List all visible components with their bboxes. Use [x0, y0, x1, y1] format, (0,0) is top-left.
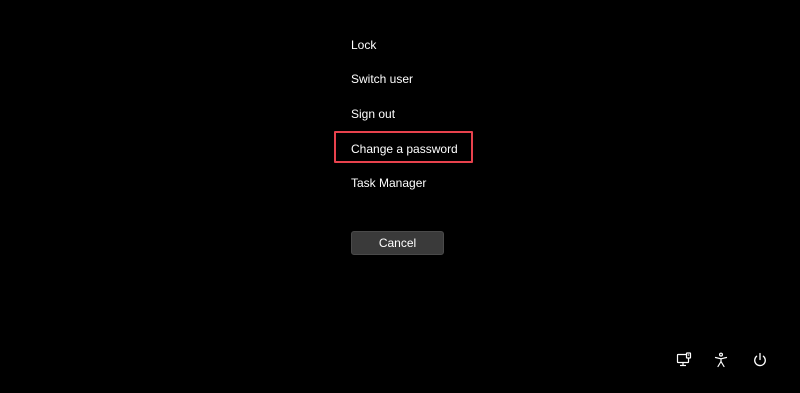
highlight-box [334, 131, 473, 163]
network-icon[interactable] [674, 350, 694, 370]
menu-item-lock[interactable]: Lock [351, 37, 376, 53]
accessibility-icon[interactable] [711, 350, 731, 370]
power-icon[interactable] [750, 350, 770, 370]
cancel-button[interactable]: Cancel [351, 231, 444, 255]
menu-item-sign-out[interactable]: Sign out [351, 106, 395, 122]
menu-item-task-manager[interactable]: Task Manager [351, 175, 426, 191]
menu-item-switch-user[interactable]: Switch user [351, 71, 413, 87]
